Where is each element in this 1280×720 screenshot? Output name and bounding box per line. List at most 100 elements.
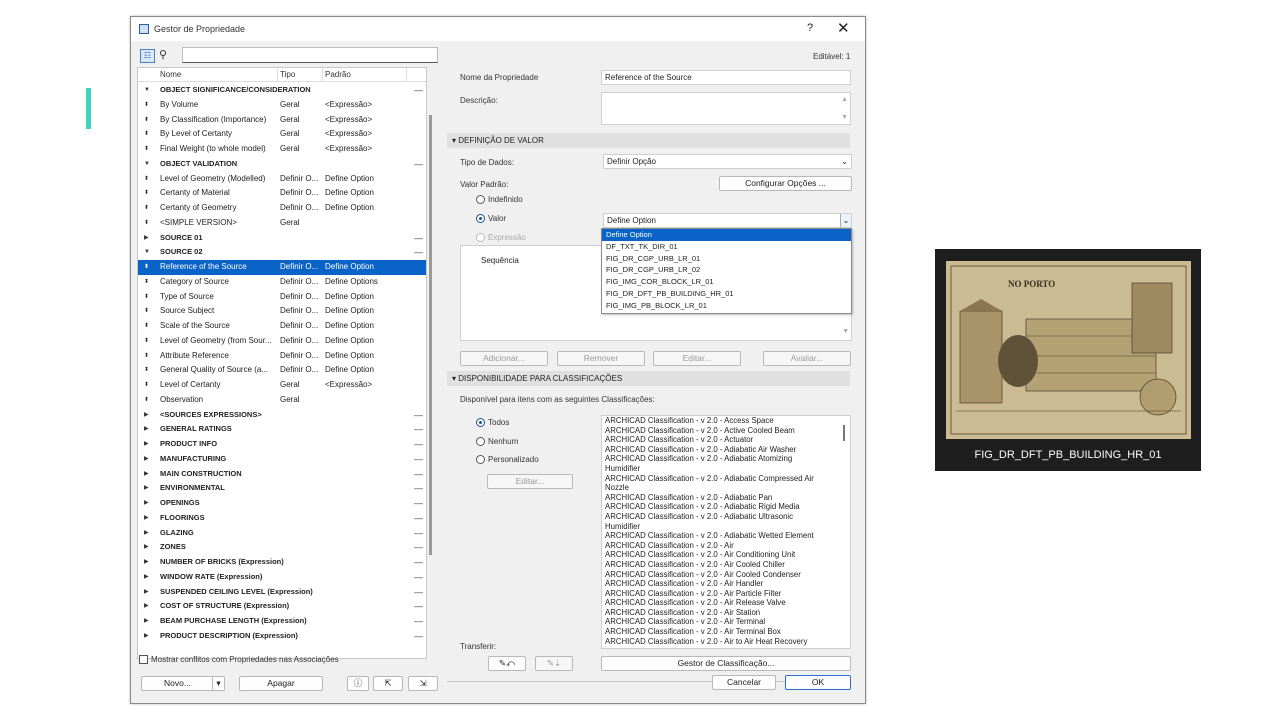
classification-manager-button[interactable]: Gestor de Classificação...	[601, 656, 851, 671]
classification-item[interactable]: ARCHICAD Classification - v 2.0 - Adiaba…	[602, 445, 850, 455]
tree-group-row[interactable]: ▶ ENVIRONMENTAL —	[138, 481, 426, 496]
expand-icon[interactable]: ▶	[144, 422, 149, 437]
tree-group-row[interactable]: ▶ SOURCE 01 —	[138, 231, 426, 246]
tree-property-row[interactable]: ⬍ By Level of Certanty Geral <Expressão>	[138, 127, 426, 142]
property-name-field[interactable]: Reference of the Source	[601, 70, 851, 85]
classification-item[interactable]: ARCHICAD Classification - v 2.0 - Air Ha…	[602, 579, 850, 589]
drag-handle-icon[interactable]: ⬍	[144, 260, 149, 275]
remove-button[interactable]: Remover	[557, 351, 645, 366]
tree-property-row[interactable]: ⬍ General Quality of Source (a... Definir …	[138, 363, 426, 378]
classification-item[interactable]: ARCHICAD Classification - v 2.0 - Air Co…	[602, 550, 850, 560]
classification-item[interactable]: ARCHICAD Classification - v 2.0 - Adiaba…	[602, 512, 850, 522]
classification-item[interactable]: ARCHICAD Classification - v 2.0 - Air Re…	[602, 598, 850, 608]
data-type-select[interactable]: Definir Opção ⌄	[603, 154, 852, 169]
tree-property-row[interactable]: ⬍ Scale of the Source Definir O... Define O…	[138, 319, 426, 334]
classification-item[interactable]: ARCHICAD Classification - v 2.0 - Adiaba…	[602, 454, 850, 464]
drag-handle-icon[interactable]: ⬍	[144, 201, 149, 216]
expand-icon[interactable]: ▶	[144, 614, 149, 629]
tree-property-row[interactable]: ⬍ Reference of the Source Definir O... Defi…	[138, 260, 426, 275]
drag-handle-icon[interactable]: ⬍	[144, 319, 149, 334]
classification-item[interactable]: ARCHICAD Classification - v 2.0 - Air St…	[602, 608, 850, 618]
configure-options-button[interactable]: Configurar Opções ...	[719, 176, 852, 191]
checkbox-box[interactable]	[139, 655, 148, 665]
radio-circle[interactable]	[476, 455, 485, 465]
drag-handle-icon[interactable]: ⬍	[144, 290, 149, 305]
collapse-group-icon[interactable]: —	[414, 83, 423, 98]
expand-icon[interactable]: ▶	[144, 599, 149, 614]
collapse-icon[interactable]: ▼	[144, 83, 150, 98]
radio-expression[interactable]: Expressão	[476, 233, 526, 243]
value-definition-section[interactable]: ▾ DEFINIÇÃO DE VALOR	[447, 133, 850, 148]
classification-item[interactable]: ARCHICAD Classification - v 2.0 - Adiaba…	[602, 474, 850, 484]
classification-item[interactable]: ARCHICAD Classification - v 2.0 - Air Pa…	[602, 589, 850, 599]
search-input[interactable]	[182, 47, 438, 63]
classification-item[interactable]: Nozzle	[602, 483, 850, 493]
tree-property-row[interactable]: ⬍ Observation Geral	[138, 393, 426, 408]
classification-item[interactable]: ARCHICAD Classification - v 2.0 - Adiaba…	[602, 531, 850, 541]
classification-item[interactable]: Humidifier	[602, 522, 850, 532]
evaluate-button[interactable]: Avaliar...	[763, 351, 851, 366]
drag-handle-icon[interactable]: ⬍	[144, 98, 149, 113]
dropdown-option[interactable]: FIG_DR_CGP_URB_LR_02	[602, 264, 851, 276]
expand-icon[interactable]: ▶	[144, 437, 149, 452]
add-button[interactable]: Adicionar...	[460, 351, 548, 366]
expand-icon[interactable]: ▶	[144, 481, 149, 496]
classification-item[interactable]: ARCHICAD Classification - v 2.0 - Air Te…	[602, 617, 850, 627]
tree-scrollbar[interactable]	[429, 115, 432, 555]
classification-item[interactable]: ARCHICAD Classification - v 2.0 - Access…	[602, 416, 850, 426]
drag-handle-icon[interactable]: ⬍	[144, 186, 149, 201]
classification-list[interactable]: ARCHICAD Classification - v 2.0 - Access…	[601, 415, 851, 649]
tree-group-row[interactable]: ▶ PRODUCT DESCRIPTION (Expression) —	[138, 629, 426, 644]
expand-icon[interactable]: ▶	[144, 408, 149, 423]
radio-all[interactable]: Todos	[476, 418, 509, 428]
chevron-down-icon[interactable]: ⌄	[840, 214, 851, 227]
expand-icon[interactable]: ▶	[144, 511, 149, 526]
collapse-group-icon[interactable]: —	[414, 245, 423, 260]
radio-circle[interactable]	[476, 195, 485, 205]
drag-handle-icon[interactable]: ⬍	[144, 275, 149, 290]
tree-group-row[interactable]: ▶ NUMBER OF BRICKS (Expression) —	[138, 555, 426, 570]
tree-property-row[interactable]: ⬍ Category of Source Definir O... Define Op…	[138, 275, 426, 290]
dropdown-option[interactable]: DF_TXT_TK_DIR_01	[602, 241, 851, 253]
drag-handle-icon[interactable]: ⬍	[144, 363, 149, 378]
classification-item[interactable]: ARCHICAD Classification - v 2.0 - Adiaba…	[602, 502, 850, 512]
column-name[interactable]: Nome	[160, 70, 181, 79]
classification-item[interactable]: ARCHICAD Classification - v 2.0 - Air Co…	[602, 570, 850, 580]
edit-button[interactable]: Editar...	[653, 351, 741, 366]
collapse-group-icon[interactable]: —	[414, 437, 423, 452]
tree-group-row[interactable]: ▼ OBJECT SIGNIFICANCE/CONSIDERATION —	[138, 83, 426, 98]
column-default[interactable]: Padrão	[325, 70, 351, 79]
expand-icon[interactable]: ▶	[144, 629, 149, 644]
help-button[interactable]: ?	[807, 22, 813, 34]
drag-handle-icon[interactable]: ⬍	[144, 113, 149, 128]
radio-circle[interactable]	[476, 214, 485, 224]
transfer-in-icon[interactable]: ✎⤺	[488, 656, 526, 671]
expand-icon[interactable]: ▶	[144, 555, 149, 570]
collapse-group-icon[interactable]: —	[414, 570, 423, 585]
collapse-group-icon[interactable]: —	[414, 599, 423, 614]
new-button[interactable]: Novo... ▾	[141, 676, 225, 691]
classification-item[interactable]: ARCHICAD Classification - v 2.0 - Air Te…	[602, 627, 850, 637]
drag-handle-icon[interactable]: ⬍	[144, 216, 149, 231]
collapse-group-icon[interactable]: —	[414, 614, 423, 629]
collapse-group-icon[interactable]: —	[414, 452, 423, 467]
tree-group-row[interactable]: ▶ MANUFACTURING —	[138, 452, 426, 467]
tree-property-row[interactable]: ⬍ By Volume Geral <Expressão>	[138, 98, 426, 113]
tree-group-row[interactable]: ▶ BEAM PURCHASE LENGTH (Expression) —	[138, 614, 426, 629]
drag-handle-icon[interactable]: ⬍	[144, 142, 149, 157]
radio-custom[interactable]: Personalizado	[476, 455, 539, 465]
tree-property-row[interactable]: ⬍ Level of Certanty Geral <Expressão>	[138, 378, 426, 393]
collapse-group-icon[interactable]: —	[414, 157, 423, 172]
tree-group-row[interactable]: ▶ FLOORINGS —	[138, 511, 426, 526]
tree-property-row[interactable]: ⬍ Level of Geometry (Modelled) Definir O..…	[138, 172, 426, 187]
availability-section[interactable]: ▾ DISPONIBILIDADE PARA CLASSIFICAÇÕES	[447, 371, 850, 386]
expand-icon[interactable]: ▶	[144, 467, 149, 482]
collapse-group-icon[interactable]: —	[414, 540, 423, 555]
classification-item[interactable]: ARCHICAD Classification - v 2.0 - Air to…	[602, 637, 850, 647]
show-conflicts-checkbox[interactable]: Mostrar conflitos com Propriedades nas A…	[139, 655, 339, 665]
scroll-down-icon[interactable]: ▼	[842, 325, 849, 338]
collapse-group-icon[interactable]: —	[414, 585, 423, 600]
tree-group-row[interactable]: ▶ OPENINGS —	[138, 496, 426, 511]
collapse-group-icon[interactable]: —	[414, 526, 423, 541]
classification-item[interactable]: ARCHICAD Classification - v 2.0 - Air Co…	[602, 560, 850, 570]
